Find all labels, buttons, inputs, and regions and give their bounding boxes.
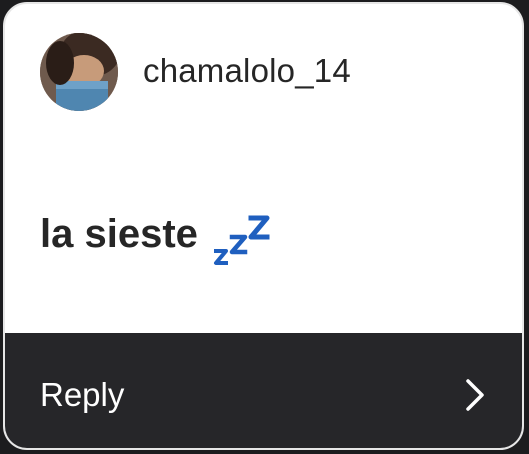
message-content: la sieste xyxy=(40,212,198,256)
sleeping-zzz-icon xyxy=(213,215,270,265)
avatar-photo xyxy=(40,33,118,111)
chevron-right-icon xyxy=(466,379,484,411)
reply-button[interactable]: Reply xyxy=(5,333,522,448)
reply-label: Reply xyxy=(40,376,125,413)
avatar[interactable] xyxy=(40,33,118,111)
username[interactable]: chamalolo_14 xyxy=(143,52,351,90)
message-text: la sieste xyxy=(40,197,274,265)
post-header: chamalolo_14 xyxy=(5,4,522,154)
story-reply-card: chamalolo_14 la sieste Reply xyxy=(3,2,524,450)
